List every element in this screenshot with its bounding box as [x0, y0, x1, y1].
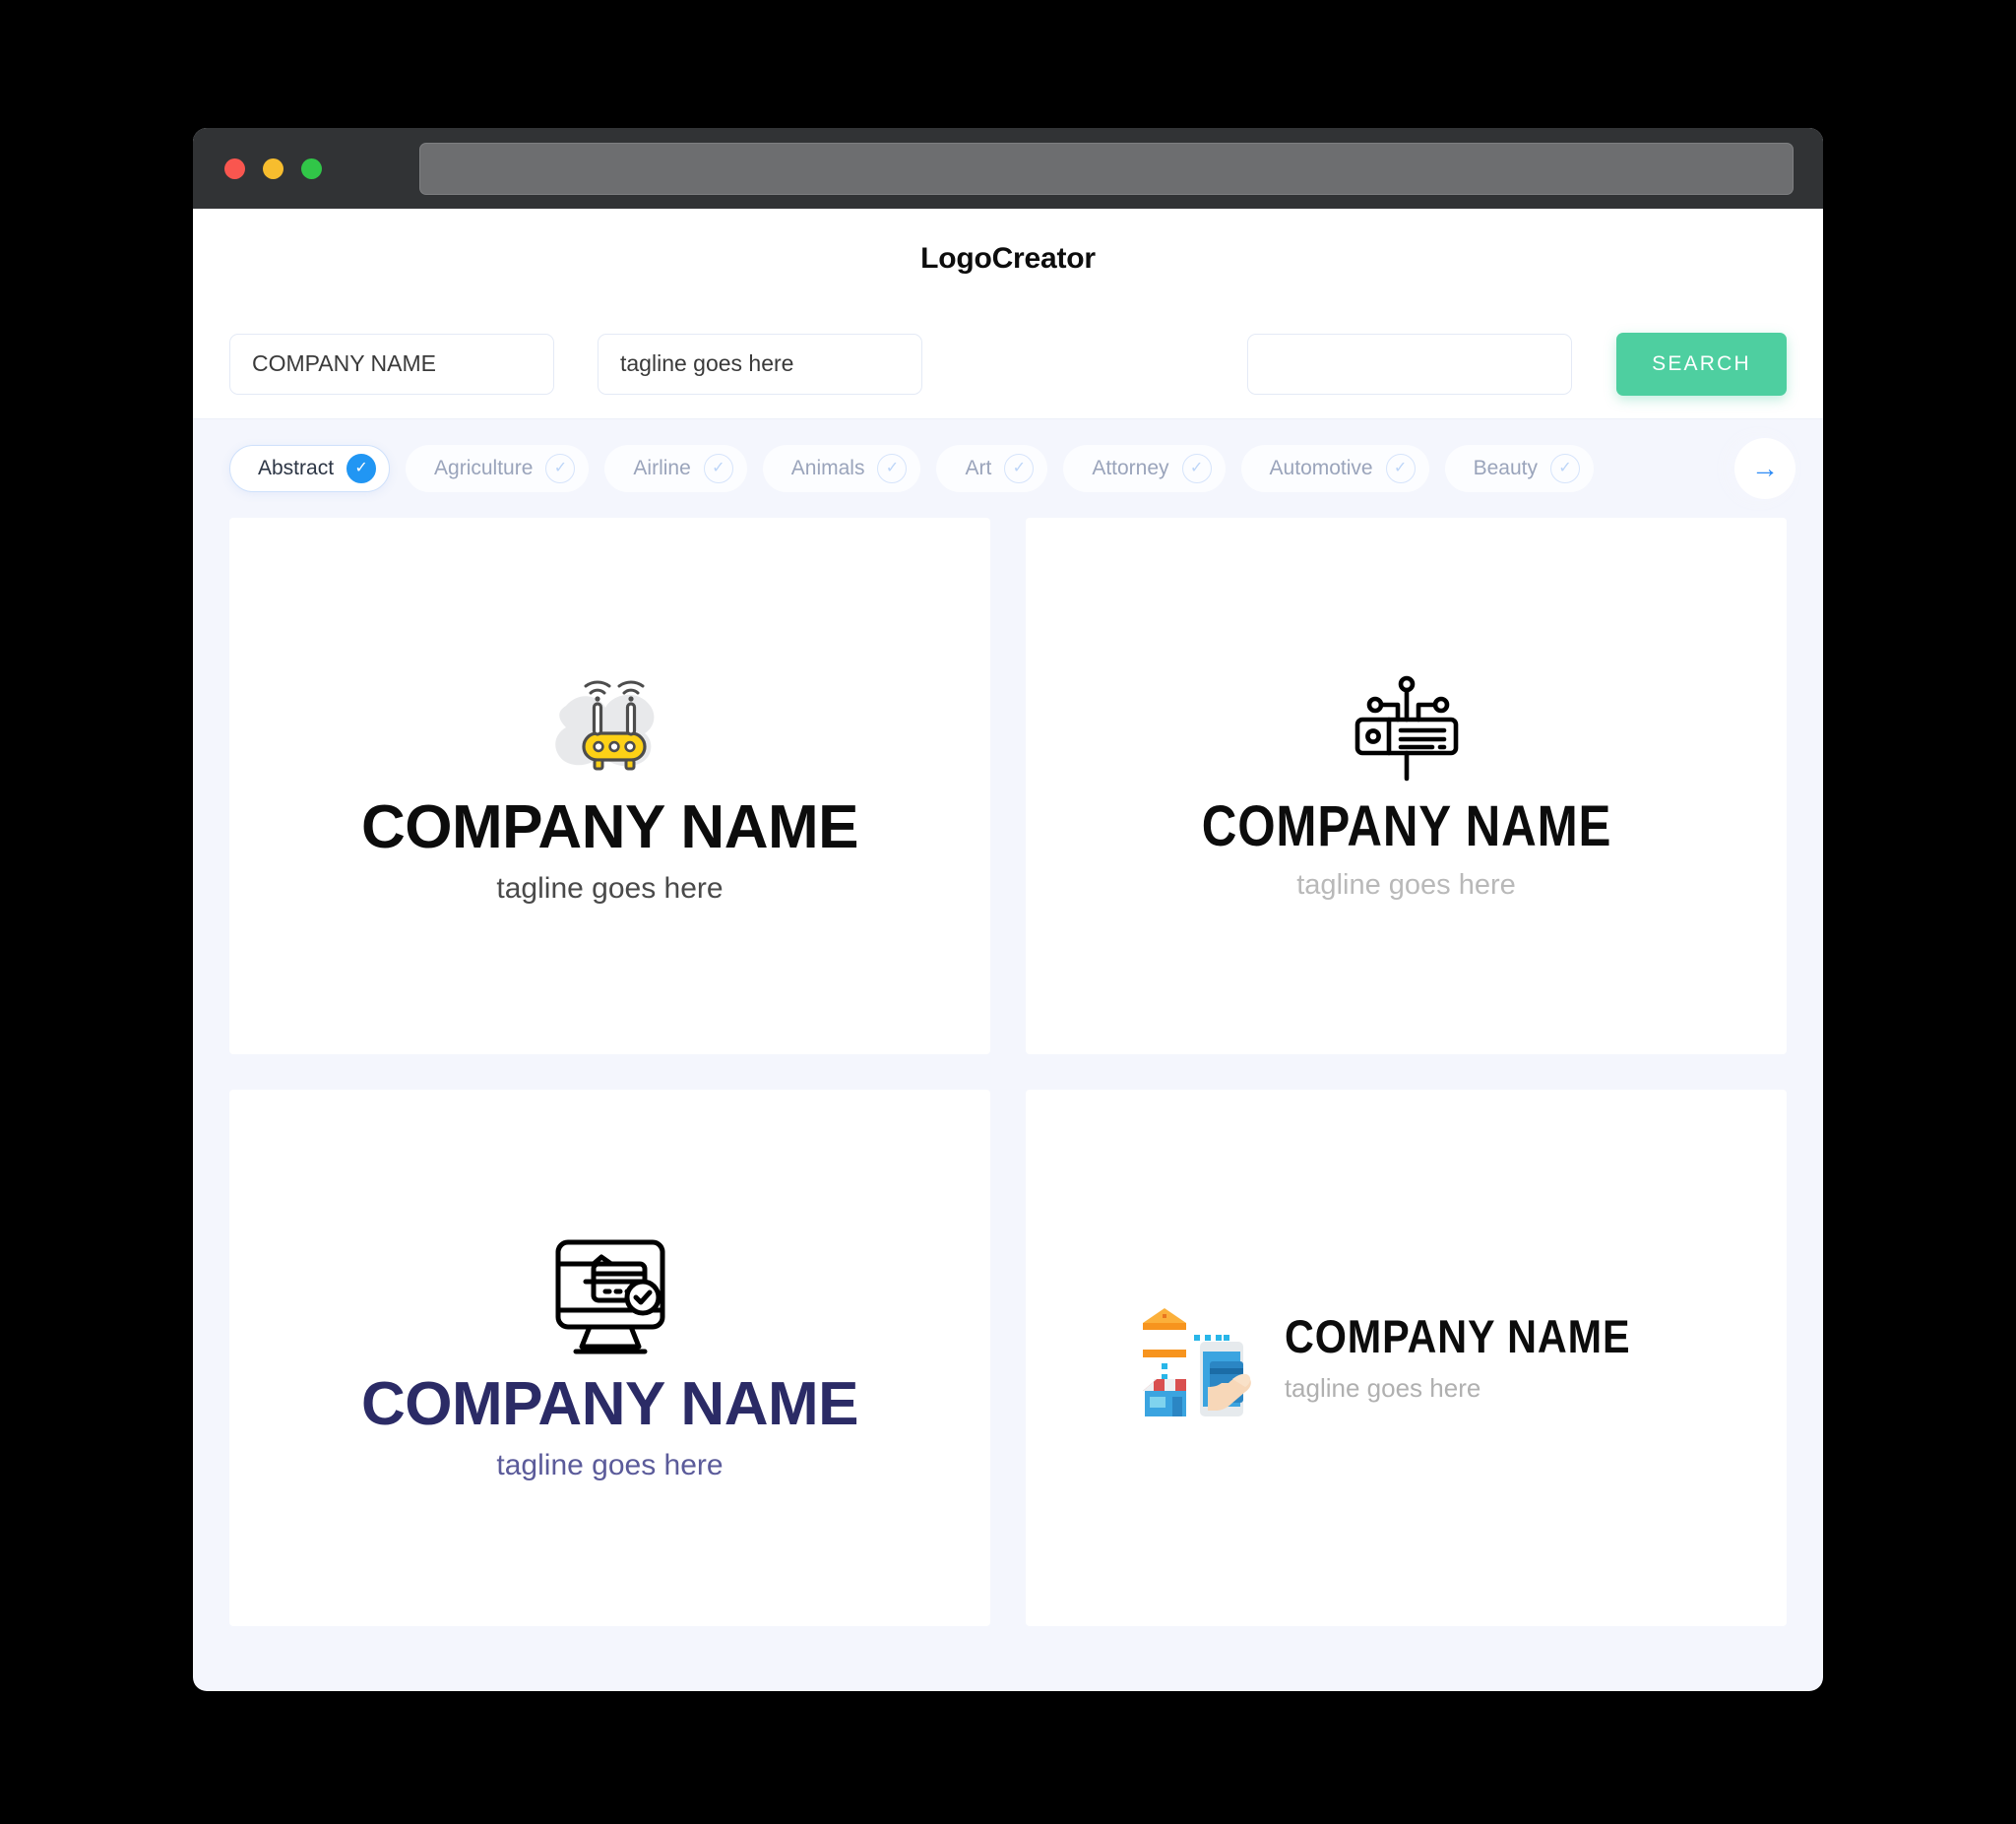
logo-card[interactable]: COMPANY NAME tagline goes here: [1026, 518, 1787, 1054]
logo-text-block: COMPANY NAME tagline goes here: [1285, 1313, 1677, 1404]
category-chip-airline[interactable]: Airline ✓: [604, 445, 747, 492]
app-header: LogoCreator: [193, 209, 1823, 309]
logo-card[interactable]: COMPANY NAME tagline goes here: [1026, 1090, 1787, 1626]
category-chip-label: Attorney: [1092, 457, 1169, 479]
logo-company-name: COMPANY NAME: [361, 1369, 858, 1438]
keyword-input[interactable]: [1247, 333, 1572, 395]
check-icon: ✓: [1385, 454, 1416, 483]
category-chip-label: Automotive: [1269, 457, 1373, 479]
logo-text-block: COMPANY NAME tagline goes here: [361, 1369, 858, 1482]
category-chip-label: Art: [965, 457, 992, 479]
check-icon: ✓: [1004, 454, 1035, 483]
monitor-card-payment-icon: [550, 1234, 670, 1364]
search-toolbar: SEARCH: [193, 309, 1823, 419]
url-bar-input[interactable]: [419, 142, 1794, 195]
check-icon: ✓: [703, 454, 733, 483]
logo-company-name: COMPANY NAME: [361, 793, 858, 861]
logo-text-block: COMPANY NAME tagline goes here: [1166, 798, 1648, 902]
category-filter-bar: Abstract ✓ Agriculture ✓ Airline ✓ Anima…: [193, 419, 1823, 518]
search-button[interactable]: SEARCH: [1616, 332, 1787, 396]
close-window-button[interactable]: [224, 157, 245, 179]
category-chip-label: Agriculture: [434, 457, 534, 479]
logo-tagline: tagline goes here: [1284, 1372, 1481, 1403]
logo-text-block: COMPANY NAME tagline goes here: [361, 797, 858, 906]
category-chip-label: Animals: [790, 457, 865, 479]
logo-tagline: tagline goes here: [496, 1448, 724, 1481]
check-icon: ✓: [1550, 454, 1580, 483]
logo-card[interactable]: COMPANY NAME tagline goes here: [229, 1090, 990, 1626]
page-title: LogoCreator: [920, 242, 1096, 275]
bank-mobile-payment-icon: [1135, 1292, 1257, 1423]
network-server-icon: [1342, 670, 1472, 788]
browser-titlebar: [193, 128, 1823, 209]
logo-tagline: tagline goes here: [496, 872, 724, 905]
logo-tagline: tagline goes here: [1296, 869, 1516, 901]
logo-company-name: COMPANY NAME: [1201, 794, 1611, 858]
browser-window: LogoCreator SEARCH Abstract ✓ Agricultur…: [193, 128, 1823, 1691]
arrow-right-icon[interactable]: →: [1734, 438, 1796, 499]
check-icon: ✓: [877, 454, 908, 483]
category-chip-automotive[interactable]: Automotive ✓: [1240, 445, 1429, 492]
traffic-lights: [224, 157, 322, 179]
category-chip-animals[interactable]: Animals ✓: [762, 445, 921, 492]
category-chip-label: Airline: [633, 457, 691, 479]
check-icon: ✓: [1181, 454, 1212, 483]
category-chip-label: Beauty: [1473, 457, 1538, 479]
category-chip-attorney[interactable]: Attorney ✓: [1063, 445, 1226, 492]
company-name-input[interactable]: [229, 333, 554, 395]
category-chip-art[interactable]: Art ✓: [936, 445, 1048, 492]
minimize-window-button[interactable]: [263, 157, 284, 179]
logo-card[interactable]: COMPANY NAME tagline goes here: [229, 518, 990, 1054]
logo-company-name: COMPANY NAME: [1284, 1309, 1631, 1362]
category-chip-beauty[interactable]: Beauty ✓: [1444, 445, 1594, 492]
wifi-router-icon: [536, 666, 684, 787]
check-icon: ✓: [545, 454, 576, 483]
category-chip-label: Abstract: [258, 457, 335, 479]
category-chip-abstract[interactable]: Abstract ✓: [229, 445, 391, 492]
tagline-input[interactable]: [598, 333, 922, 395]
logo-results-grid: COMPANY NAME tagline goes here COMPANY N…: [193, 518, 1823, 1666]
category-chip-agriculture[interactable]: Agriculture ✓: [406, 445, 590, 492]
check-icon: ✓: [346, 454, 377, 483]
maximize-window-button[interactable]: [301, 157, 322, 179]
